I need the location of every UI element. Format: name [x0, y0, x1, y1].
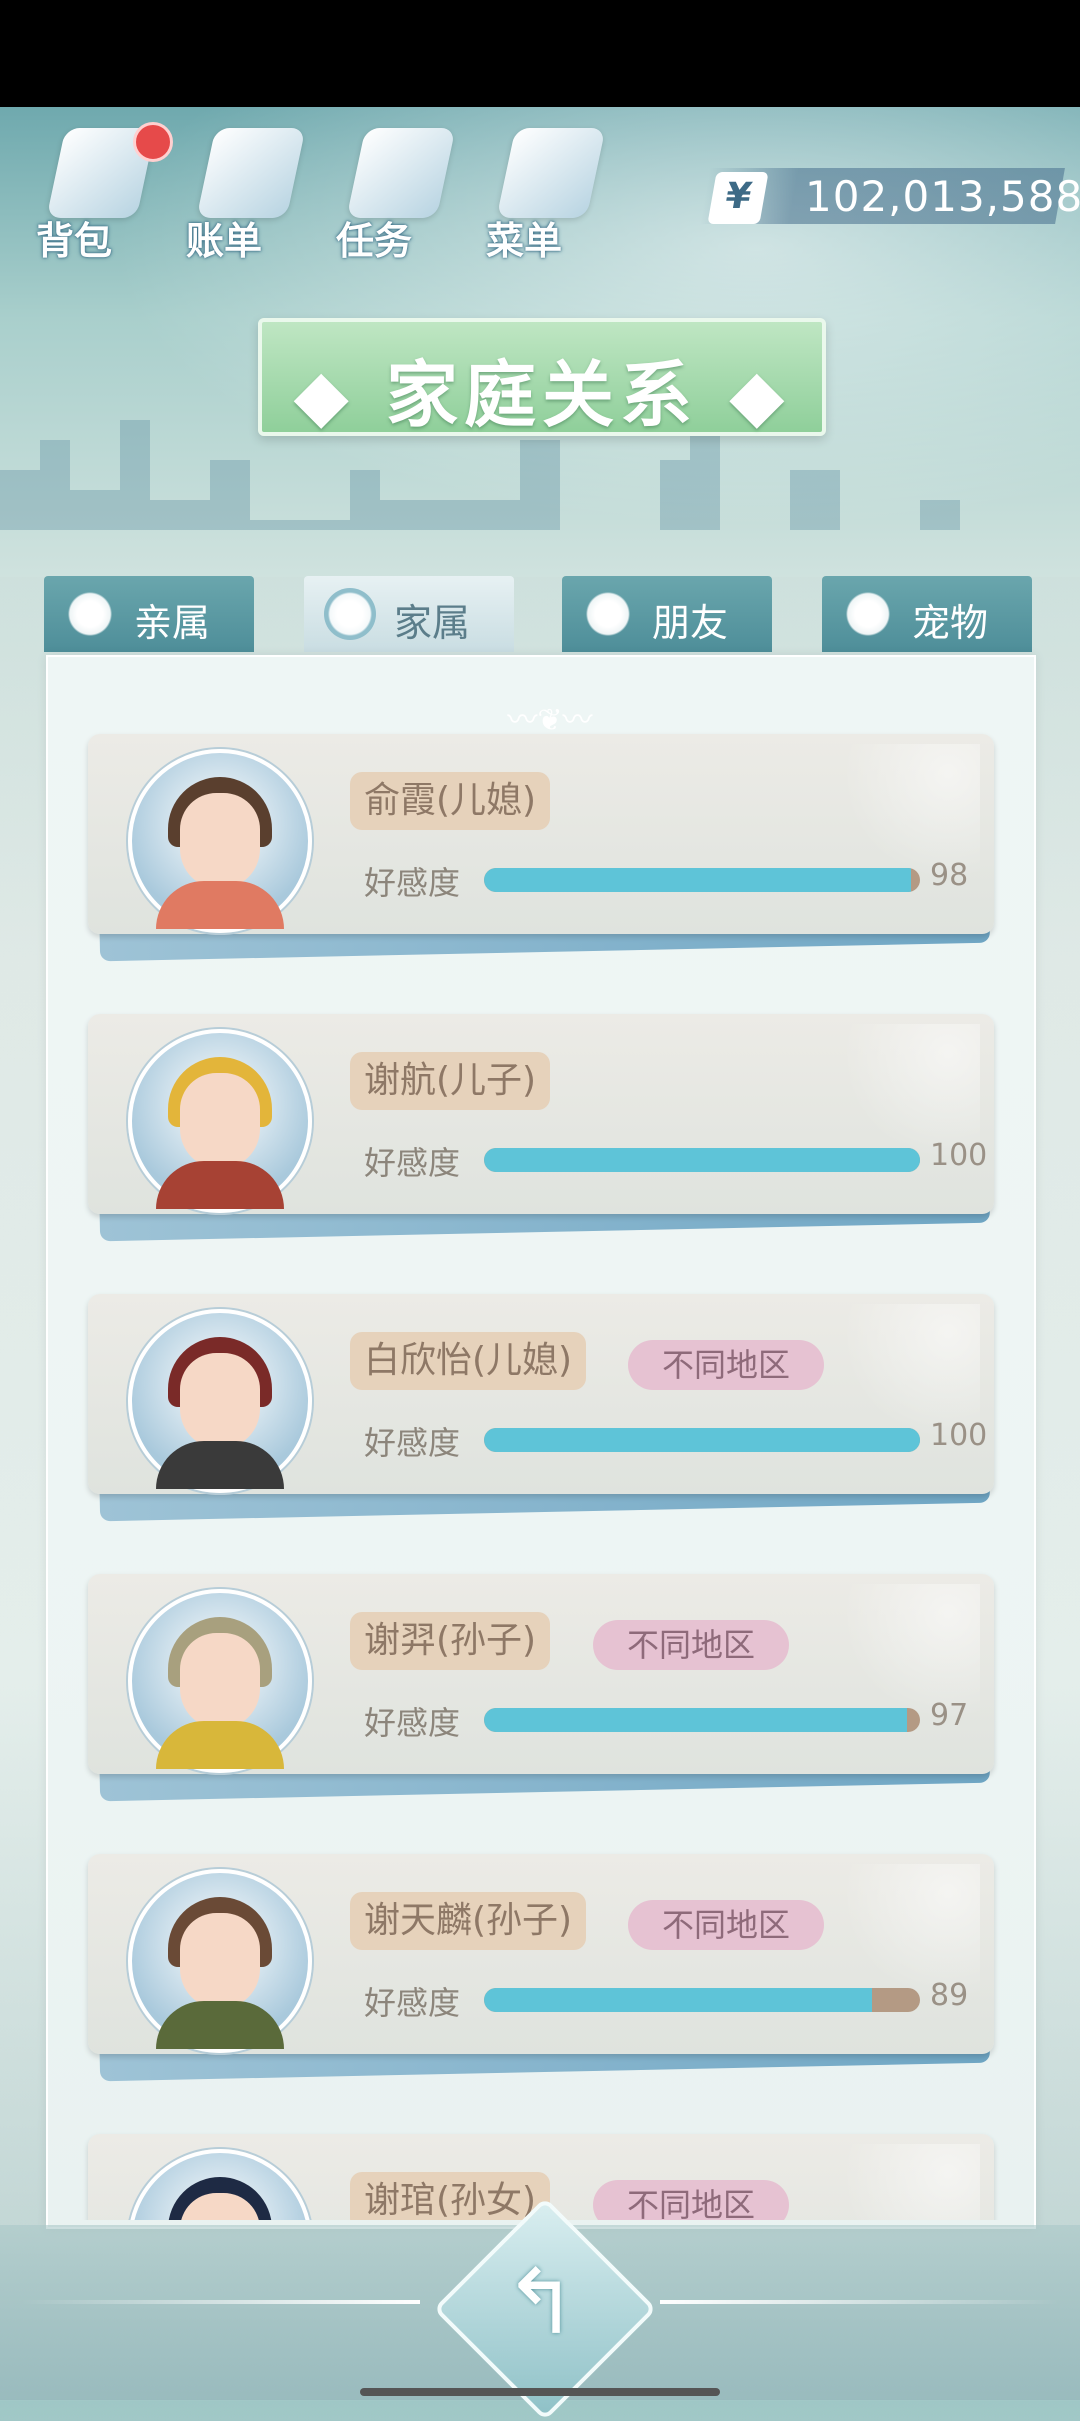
tab-relatives[interactable]: 亲属 [44, 576, 254, 652]
avatar [128, 749, 312, 933]
favor-bar [484, 1708, 920, 1732]
tab-label: 家属 [394, 601, 471, 645]
page-title-banner: ◆ 家庭关系 ◆ [258, 318, 826, 437]
favor-value: 97 [930, 1698, 969, 1733]
member-list[interactable]: 俞霞(儿媳) 好感度 98 谢航(儿子) 好感度 100 白欣怡(儿媳) 不同地… [46, 720, 1032, 2220]
member-name: 谢天麟(孙子) [350, 1892, 587, 1950]
notification-badge [133, 122, 173, 162]
menu-button[interactable]: 菜单 [476, 118, 616, 263]
member-name: 白欣怡(儿媳) [350, 1332, 587, 1390]
member-card[interactable]: 俞霞(儿媳) 好感度 98 [88, 734, 1000, 962]
favor-bar-fill [484, 1708, 907, 1732]
task-button[interactable]: 任务 [326, 118, 466, 263]
favor-value: 89 [930, 1978, 969, 2013]
region-tag: 不同地区 [628, 1900, 825, 1950]
tab-label: 朋友 [652, 601, 729, 645]
avatar-shirt [156, 1721, 284, 1769]
favor-bar-fill [484, 868, 912, 892]
flower-icon [324, 588, 376, 640]
favor-label: 好感度 [364, 1984, 461, 2022]
tab-friends[interactable]: 朋友 [562, 576, 772, 652]
flower-icon [582, 588, 634, 640]
member-name: 谢琯(孙女) [350, 2172, 551, 2220]
flower-icon [64, 588, 116, 640]
status-bar [0, 0, 1080, 107]
member-name: 谢羿(孙子) [350, 1612, 551, 1670]
member-card[interactable]: 谢天麟(孙子) 不同地区 好感度 89 [88, 1854, 1000, 2082]
member-name: 谢航(儿子) [350, 1052, 551, 1110]
avatar-shirt [156, 1441, 284, 1489]
favor-bar-fill [484, 1428, 920, 1452]
avatar [128, 1309, 312, 1493]
member-name: 俞霞(儿媳) [350, 772, 551, 830]
task-icon [346, 128, 456, 218]
avatar-shirt [156, 881, 284, 929]
favor-label: 好感度 [364, 864, 461, 902]
region-tag: 不同地区 [593, 1620, 790, 1670]
favor-label: 好感度 [364, 1144, 461, 1182]
region-tag: 不同地区 [593, 2180, 790, 2220]
page-title: ◆ 家庭关系 ◆ [293, 353, 791, 437]
tab-label: 亲属 [134, 601, 211, 645]
bill-icon [196, 128, 306, 218]
bill-label: 账单 [186, 219, 263, 263]
avatar [128, 1589, 312, 1773]
favor-bar-fill [484, 1148, 920, 1172]
avatar [128, 1029, 312, 1213]
avatar [128, 1869, 312, 2053]
bill-button[interactable]: 账单 [176, 118, 316, 263]
avatar-shirt [156, 2001, 284, 2049]
member-card[interactable]: 谢羿(孙子) 不同地区 好感度 97 [88, 1574, 1000, 1802]
favor-bar [484, 1988, 920, 2012]
member-card[interactable]: 谢航(儿子) 好感度 100 [88, 1014, 1000, 1242]
tab-label: 宠物 [912, 601, 989, 645]
home-indicator[interactable] [360, 2388, 720, 2396]
money-value: 102,013,588 [805, 172, 1080, 221]
backpack-label: 背包 [36, 219, 113, 263]
divider [660, 2300, 1060, 2304]
menu-label: 菜单 [486, 219, 563, 263]
favor-bar [484, 1148, 920, 1172]
avatar [128, 2149, 312, 2220]
avatar-shirt [156, 1161, 284, 1209]
flower-icon [842, 588, 894, 640]
favor-bar [484, 868, 920, 892]
menu-icon [496, 128, 606, 218]
member-card[interactable]: 白欣怡(儿媳) 不同地区 好感度 100 [88, 1294, 1000, 1522]
favor-label: 好感度 [364, 1424, 461, 1462]
task-label: 任务 [336, 219, 413, 263]
favor-label: 好感度 [364, 1704, 461, 1742]
favor-value: 100 [930, 1418, 988, 1453]
back-arrow-icon[interactable]: ↰ [466, 2250, 616, 2355]
region-tag: 不同地区 [628, 1340, 825, 1390]
favor-bar [484, 1428, 920, 1452]
favor-value: 100 [930, 1138, 988, 1173]
tab-family[interactable]: 家属 [304, 576, 514, 652]
favor-bar-fill [484, 1988, 873, 2012]
yen-icon: ¥ [707, 172, 769, 224]
tab-pets[interactable]: 宠物 [822, 576, 1032, 652]
favor-value: 98 [930, 858, 969, 893]
divider [20, 2300, 420, 2304]
